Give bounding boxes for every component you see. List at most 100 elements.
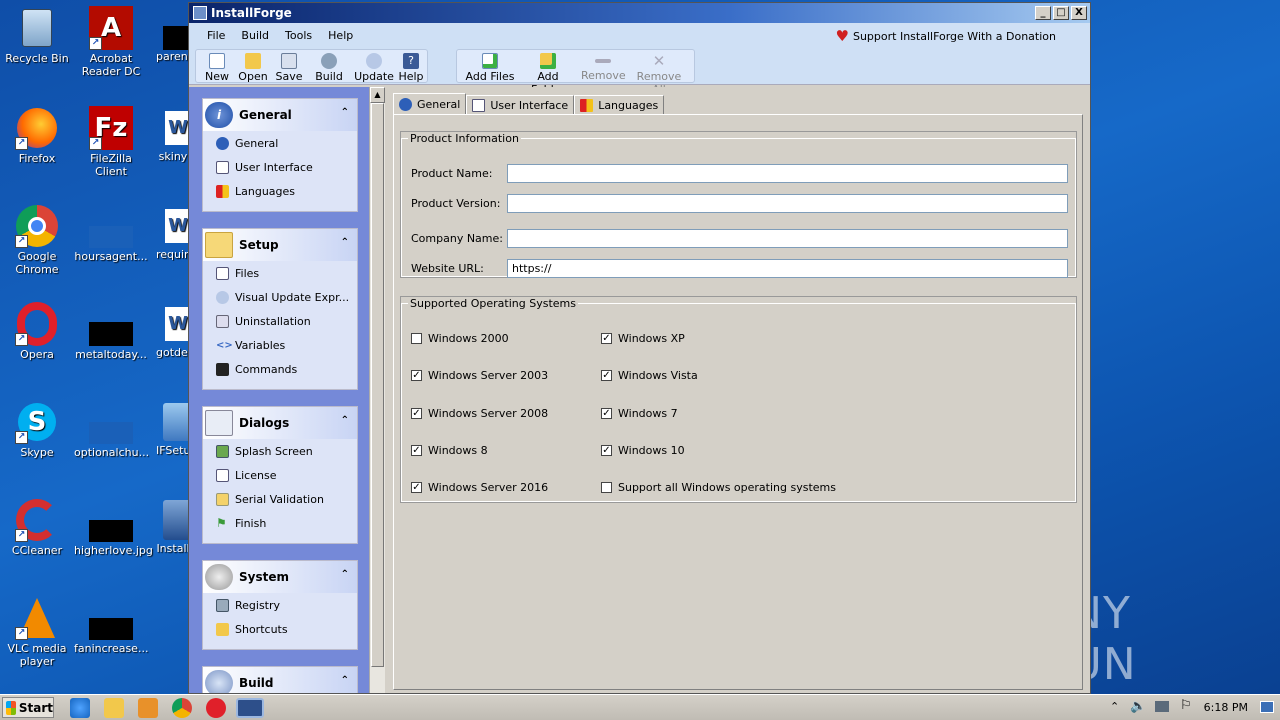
acrobat-shortcut[interactable]: A ↗ Acrobat Reader DC — [74, 6, 148, 78]
vlc-shortcut[interactable]: ↗ VLC media player — [0, 596, 74, 668]
os-checkbox[interactable]: ✓ Windows Vista — [601, 369, 698, 382]
word-doc-shortcut[interactable]: W skiny — [156, 106, 190, 163]
group-header[interactable]: Setup ⌃ — [203, 229, 357, 261]
os-checkbox[interactable]: Windows 2000 — [411, 332, 509, 345]
minimize-button[interactable]: _ — [1035, 6, 1051, 20]
show-hidden-icons[interactable]: ⌃ — [1110, 700, 1119, 713]
sidebar-item-finish[interactable]: ⚑ Finish — [203, 511, 357, 535]
checkmark-icon[interactable]: ✓ — [411, 482, 422, 493]
save-button[interactable]: Save — [272, 50, 306, 84]
opera-shortcut[interactable]: ↗ Opera — [0, 302, 74, 361]
sidebar-item-registry[interactable]: Registry — [203, 593, 357, 617]
chrome-shortcut[interactable]: ↗ Google Chrome — [0, 204, 74, 276]
ccleaner-shortcut[interactable]: ↗ CCleaner — [0, 498, 74, 557]
installforge-shortcut[interactable]: Install — [156, 498, 190, 555]
collapse-icon[interactable]: ⌃ — [341, 237, 349, 248]
sidebar-item-files[interactable]: Files — [203, 261, 357, 285]
sidebar-item-serial-validation[interactable]: Serial Validation — [203, 487, 357, 511]
scroll-up-arrow[interactable]: ▲ — [370, 87, 385, 103]
checkmark-icon[interactable]: ✓ — [411, 408, 422, 419]
os-checkbox[interactable]: ✓ Windows Server 2008 — [411, 407, 548, 420]
clock[interactable]: 6:18 PM — [1204, 701, 1248, 714]
volume-icon[interactable]: 🔈 — [1130, 699, 1146, 714]
recycle-bin-shortcut[interactable]: Recycle Bin — [0, 6, 74, 65]
donation-link[interactable]: ♥ Support InstallForge With a Donation — [836, 27, 1056, 45]
skype-shortcut[interactable]: S ↗ Skype — [0, 400, 74, 459]
website-url-input[interactable] — [507, 259, 1068, 278]
remove-button[interactable]: Remove — [581, 50, 626, 84]
chrome-icon[interactable] — [172, 698, 192, 718]
checkmark-icon[interactable]: ✓ — [601, 408, 612, 419]
file-shortcut[interactable]: optionalchu... — [74, 400, 149, 459]
collapse-icon[interactable]: ⌃ — [341, 675, 349, 686]
remove-all-button[interactable]: ✕ Remove All — [629, 50, 689, 96]
menu-build[interactable]: Build — [233, 29, 277, 42]
company-name-input[interactable] — [507, 229, 1068, 248]
menu-tools[interactable]: Tools — [277, 29, 320, 42]
sidebar-item-languages[interactable]: Languages — [203, 179, 357, 203]
os-checkbox[interactable]: ✓ Windows 10 — [601, 444, 685, 457]
file-shortcut[interactable]: parent — [156, 6, 190, 63]
word-doc-shortcut[interactable]: W require — [156, 204, 190, 261]
close-button[interactable]: X — [1071, 6, 1087, 20]
collapse-icon[interactable]: ⌃ — [341, 569, 349, 580]
menu-file[interactable]: File — [199, 29, 233, 42]
checkmark-icon[interactable]: ✓ — [601, 370, 612, 381]
tab-languages[interactable]: Languages — [574, 95, 665, 115]
file-shortcut[interactable]: fanincrease... — [74, 596, 148, 655]
open-button[interactable]: Open — [236, 50, 270, 84]
opera-icon[interactable] — [206, 698, 226, 718]
image-file-shortcut[interactable]: higherlove.jpg — [74, 498, 153, 557]
checkmark-icon[interactable]: ✓ — [411, 445, 422, 456]
media-player-icon[interactable] — [138, 698, 158, 718]
product-version-input[interactable] — [507, 194, 1068, 213]
sidebar-item-shortcuts[interactable]: Shortcuts — [203, 617, 357, 641]
filezilla-shortcut[interactable]: Fz ↗ FileZilla Client — [74, 106, 148, 178]
explorer-icon[interactable] — [104, 698, 124, 718]
start-button[interactable]: Start — [2, 697, 54, 718]
sidebar-item-uninstallation[interactable]: Uninstallation — [203, 309, 357, 333]
empty-checkbox-icon[interactable] — [601, 482, 612, 493]
collapse-icon[interactable]: ⌃ — [341, 107, 349, 118]
empty-checkbox-icon[interactable] — [411, 333, 422, 344]
group-header[interactable]: System ⌃ — [203, 561, 357, 593]
scroll-thumb[interactable] — [371, 103, 384, 667]
group-header[interactable]: Build ⌃ — [203, 667, 357, 693]
installforge-taskbar-icon[interactable] — [236, 698, 264, 718]
new-button[interactable]: New — [200, 50, 234, 84]
action-center-flag-icon[interactable]: ⚐ — [1180, 698, 1192, 713]
add-folder-button[interactable]: Add Folder — [519, 50, 577, 96]
build-button[interactable]: Build — [312, 50, 346, 84]
collapse-icon[interactable]: ⌃ — [341, 415, 349, 426]
checkmark-icon[interactable]: ✓ — [411, 370, 422, 381]
word-doc-shortcut[interactable]: W gotdev — [156, 302, 190, 359]
update-button[interactable]: Update — [354, 50, 394, 84]
group-header[interactable]: i General ⌃ — [203, 99, 357, 131]
sidebar-item-license[interactable]: License — [203, 463, 357, 487]
sidebar-scrollbar[interactable]: ▲ — [369, 87, 385, 693]
os-checkbox[interactable]: Support all Windows operating systems — [601, 481, 836, 494]
checkmark-icon[interactable]: ✓ — [601, 333, 612, 344]
ie-icon[interactable] — [70, 698, 90, 718]
maximize-button[interactable]: □ — [1053, 6, 1069, 20]
file-shortcut[interactable]: hoursagent... — [74, 204, 148, 263]
product-name-input[interactable] — [507, 164, 1068, 183]
os-checkbox[interactable]: ✓ Windows 7 — [601, 407, 678, 420]
network-icon[interactable] — [1155, 701, 1169, 712]
os-checkbox[interactable]: ✓ Windows Server 2016 — [411, 481, 548, 494]
tab-user-interface[interactable]: User Interface — [466, 95, 575, 115]
os-checkbox[interactable]: ✓ Windows Server 2003 — [411, 369, 548, 382]
group-header[interactable]: Dialogs ⌃ — [203, 407, 357, 439]
sidebar-item-visual-update[interactable]: Visual Update Expr... — [203, 285, 357, 309]
file-shortcut[interactable]: metaltoday... — [74, 302, 148, 361]
tab-general[interactable]: General — [393, 93, 467, 115]
menu-help[interactable]: Help — [320, 29, 361, 42]
sidebar-item-commands[interactable]: Commands — [203, 357, 357, 381]
show-desktop-button[interactable] — [1260, 701, 1274, 713]
help-button[interactable]: ? Help — [396, 50, 426, 84]
sidebar-item-user-interface[interactable]: User Interface — [203, 155, 357, 179]
checkmark-icon[interactable]: ✓ — [601, 445, 612, 456]
sidebar-item-variables[interactable]: <> Variables — [203, 333, 357, 357]
sidebar-item-general[interactable]: General — [203, 131, 357, 155]
firefox-shortcut[interactable]: ↗ Firefox — [0, 106, 74, 165]
